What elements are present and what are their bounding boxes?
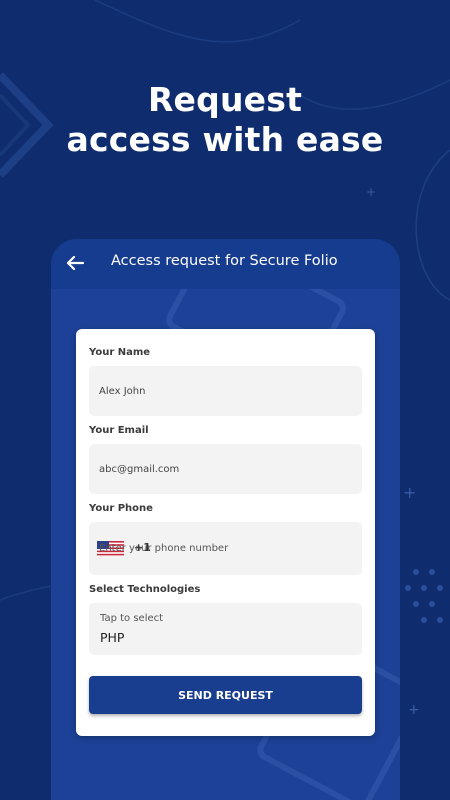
send-request-button[interactable]: SEND REQUEST [89, 676, 362, 714]
request-form-card: Your Name Your Email Your Phone +1 Selec… [76, 329, 375, 736]
hero-title: Request access with ease [0, 80, 450, 160]
email-input[interactable] [99, 444, 354, 494]
svg-text:+: + [403, 483, 416, 502]
hero-title-line-1: Request [147, 80, 303, 119]
phone-field-container: +1 [89, 522, 362, 575]
name-input[interactable] [99, 366, 354, 416]
svg-text:+: + [408, 702, 420, 718]
back-arrow-icon[interactable] [65, 253, 85, 273]
technologies-select[interactable]: Tap to select PHP [89, 603, 362, 655]
technologies-label: Select Technologies [89, 584, 201, 595]
email-field-container [89, 444, 362, 494]
phone-label: Your Phone [89, 503, 153, 514]
phone-input[interactable] [99, 522, 354, 575]
name-field-container [89, 366, 362, 416]
name-label: Your Name [89, 347, 151, 358]
email-label: Your Email [89, 425, 149, 436]
app-bar: Access request for Secure Folio [51, 239, 400, 289]
technologies-value: PHP [100, 630, 125, 645]
hero-title-line-2: access with ease [66, 120, 384, 159]
svg-text:+: + [366, 185, 376, 199]
app-bar-title: Access request for Secure Folio [111, 253, 338, 269]
technologies-hint: Tap to select [100, 613, 164, 624]
